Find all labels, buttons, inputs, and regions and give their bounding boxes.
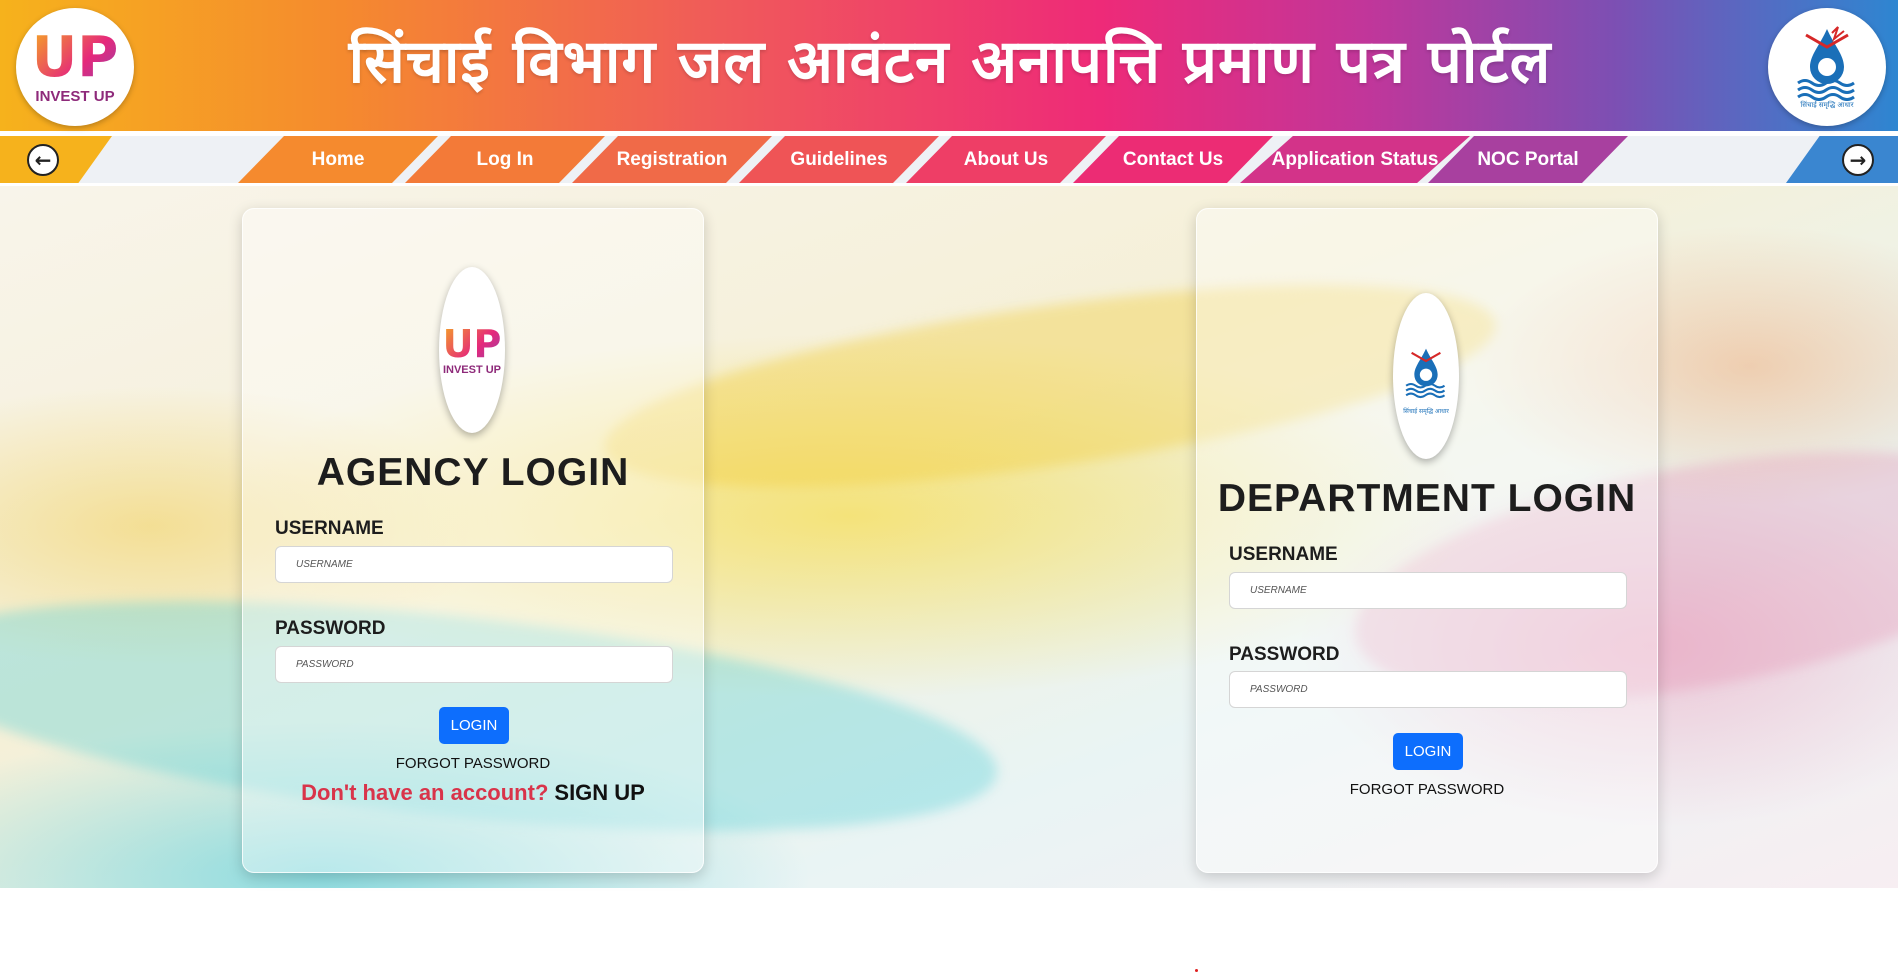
invest-up-logo: UP INVEST UP — [16, 8, 134, 126]
arrow-left-icon[interactable]: ← — [27, 144, 59, 176]
irrigation-tagline: सिंचाई समृद्धि आधार — [1800, 100, 1854, 109]
agency-login-button[interactable]: LOGIN — [439, 707, 509, 744]
agency-login-title: AGENCY LOGIN — [316, 451, 630, 494]
nav-contact-us-label: Contact Us — [1122, 148, 1224, 170]
department-username-label: USERNAME — [1229, 544, 1338, 565]
nav-guidelines[interactable]: Guidelines — [739, 136, 939, 183]
department-login-card: सिंचाई समृद्धि आधार DEPARTMENT LOGIN USE… — [1196, 208, 1658, 873]
nav-noc-portal-label: NOC Portal — [1477, 148, 1579, 170]
nav-about-us[interactable]: About Us — [906, 136, 1106, 183]
irrigation-tagline: सिंचाई समृद्धि आधार — [1403, 408, 1449, 415]
stray-dot — [1195, 969, 1198, 972]
department-forgot-password-link[interactable]: FORGOT PASSWORD — [1197, 781, 1657, 798]
nav-contact-us[interactable]: Contact Us — [1073, 136, 1273, 183]
invest-up-mark: UP — [442, 322, 502, 366]
no-account-text: Don't have an account? — [301, 780, 549, 805]
signup-prompt: Don't have an account? SIGN UP — [243, 780, 703, 806]
agency-username-label: USERNAME — [275, 518, 384, 539]
nav-items: Home Log In Registration Guidelines Abou… — [238, 136, 1663, 183]
agency-forgot-password-link[interactable]: FORGOT PASSWORD — [243, 755, 703, 772]
nav-guidelines-label: Guidelines — [790, 148, 888, 170]
nav-login[interactable]: Log In — [405, 136, 605, 183]
signup-link[interactable]: SIGN UP — [554, 780, 644, 805]
water-drop-emblem-icon — [1405, 348, 1446, 399]
arrow-right-icon[interactable]: → — [1842, 144, 1874, 176]
department-password-label: PASSWORD — [1229, 644, 1340, 665]
department-login-button[interactable]: LOGIN — [1393, 733, 1463, 770]
water-drop-emblem-icon — [1797, 25, 1855, 101]
nav-registration[interactable]: Registration — [572, 136, 772, 183]
department-password-input[interactable] — [1229, 671, 1627, 708]
invest-up-text: INVEST UP — [442, 364, 502, 376]
nav-home[interactable]: Home — [238, 136, 438, 183]
main-nav: ← → Home Log In Registration Guidelines … — [0, 136, 1898, 183]
nav-about-us-label: About Us — [963, 148, 1049, 170]
invest-up-text: INVEST UP — [35, 87, 115, 105]
portal-title: सिंचाई विभाग जल आवंटन अनापत्ति प्रमाण पत… — [348, 27, 1552, 97]
agency-login-card: UP INVEST UP AGENCY LOGIN USERNAME PASSW… — [242, 208, 704, 873]
nav-home-label: Home — [311, 148, 365, 170]
nav-application-status-label: Application Status — [1271, 148, 1439, 170]
nav-login-label: Log In — [476, 148, 534, 170]
department-login-title: DEPARTMENT LOGIN — [1217, 477, 1637, 520]
department-logo: सिंचाई समृद्धि आधार — [1393, 293, 1459, 459]
header-banner: UP INVEST UP सिंचाई विभाग जल आवंटन अनापत… — [0, 0, 1898, 131]
nav-registration-label: Registration — [616, 148, 728, 170]
agency-username-input[interactable] — [275, 546, 673, 583]
agency-password-label: PASSWORD — [275, 618, 386, 639]
irrigation-dept-logo: सिंचाई समृद्धि आधार — [1768, 8, 1886, 126]
agency-logo: UP INVEST UP — [439, 267, 505, 433]
department-username-input[interactable] — [1229, 572, 1627, 609]
agency-password-input[interactable] — [275, 646, 673, 683]
invest-up-mark: UP — [31, 24, 119, 90]
